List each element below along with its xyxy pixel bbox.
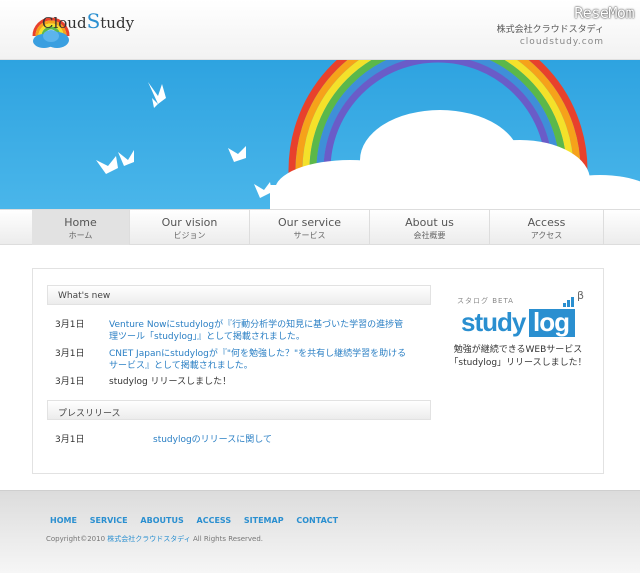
footer-link-aboutus[interactable]: ABOUTUS xyxy=(140,516,183,525)
nav-home[interactable]: Home ホーム xyxy=(32,210,130,245)
footer-link-service[interactable]: SERVICE xyxy=(90,516,128,525)
main-nav: Home ホーム Our vision ビジョン Our service サービ… xyxy=(0,209,640,245)
main-content: What's new 3月1日 Venture Nowにstudylogが『行動… xyxy=(32,268,604,474)
copyright-company-link[interactable]: 株式会社クラウドスタディ xyxy=(107,535,191,543)
press-item: 3月1日 studylogのリリースに関して xyxy=(55,434,415,446)
copyright: Copyright©2010 株式会社クラウドスタディ All Rights R… xyxy=(46,535,264,543)
hero-banner xyxy=(0,60,640,210)
company-info: 株式会社クラウドスタディ cloudstudy.com xyxy=(497,22,604,47)
studylog-beta-label: スタログ BETA xyxy=(457,297,514,305)
news-date: 3月1日 xyxy=(55,377,85,387)
studylog-promo-text: 勉強が継続できるWEBサービス 「studylog」リリースしました！ xyxy=(449,345,587,368)
news-item: 3月1日 studylog リリースしました！ xyxy=(55,376,415,388)
logo-wordmark[interactable]: CloudStudy xyxy=(42,9,134,33)
company-url: cloudstudy.com xyxy=(519,37,604,47)
studylog-promo[interactable]: スタログ BETA β study log 勉強が継続できるWEBサービス 「s… xyxy=(443,287,593,397)
studylog-logo-log: log xyxy=(533,307,570,337)
news-item: 3月1日 Venture Nowにstudylogが『行動分析学の知見に基づいた… xyxy=(55,319,415,343)
footer-link-access[interactable]: ACCESS xyxy=(197,516,232,525)
nav-our-vision[interactable]: Our vision ビジョン xyxy=(130,210,250,245)
footer-link-sitemap[interactable]: SITEMAP xyxy=(244,516,284,525)
footer-link-contact[interactable]: CONTACT xyxy=(296,516,338,525)
footer-nav: HOME SERVICE ABOUTUS ACCESS SITEMAP CONT… xyxy=(50,516,348,525)
news-item: 3月1日 CNET Japanにstudylogが『"何を勉強した？"を共有し継… xyxy=(55,348,415,372)
beta-symbol: β xyxy=(577,289,585,302)
bar-chart-icon xyxy=(563,297,574,307)
company-name: 株式会社クラウドスタディ xyxy=(496,25,604,35)
news-link[interactable]: CNET Japanにstudylogが『"何を勉強した？"を共有し継続学習を助… xyxy=(109,348,409,372)
site-header: CloudStudy 株式会社クラウドスタディ cloudstudy.com R… xyxy=(0,0,640,60)
news-date: 3月1日 xyxy=(55,320,85,330)
resemom-watermark: ReseMom xyxy=(574,4,634,22)
nav-about-us[interactable]: About us 会社概要 xyxy=(370,210,490,245)
footer-link-home[interactable]: HOME xyxy=(50,516,77,525)
press-date: 3月1日 xyxy=(55,435,85,445)
studylog-logo-study: study xyxy=(461,307,526,337)
press-link[interactable]: studylogのリリースに関して xyxy=(153,434,272,446)
rainbow-sky-illustration xyxy=(96,60,640,210)
whats-new-heading: What's new xyxy=(47,285,431,305)
site-footer: HOME SERVICE ABOUTUS ACCESS SITEMAP CONT… xyxy=(0,490,640,573)
press-release-heading: プレスリリース xyxy=(47,400,431,420)
news-date: 3月1日 xyxy=(55,349,85,359)
nav-access[interactable]: Access アクセス xyxy=(490,210,604,245)
nav-our-service[interactable]: Our service サービス xyxy=(250,210,370,245)
news-text: studylog リリースしました！ xyxy=(109,377,232,387)
news-link[interactable]: Venture Nowにstudylogが『行動分析学の知見に基づいた学習の進捗… xyxy=(109,319,409,343)
